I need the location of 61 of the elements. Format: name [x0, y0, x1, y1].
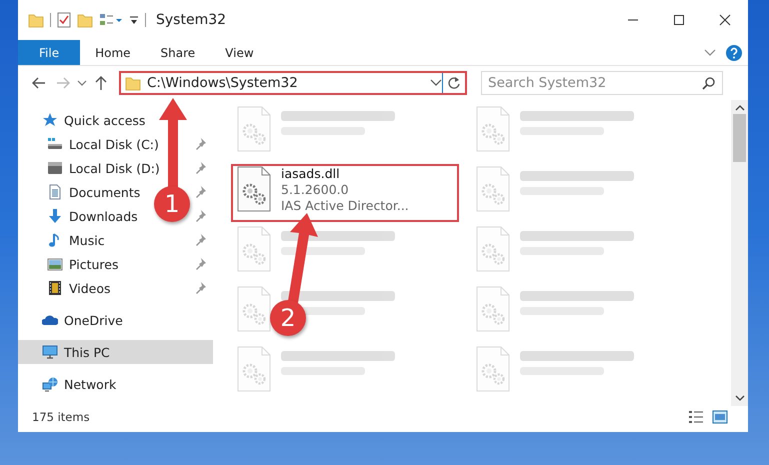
details-view-icon[interactable]	[688, 410, 704, 424]
sidebar-item[interactable]: Documents	[69, 184, 140, 200]
chevron-down-icon[interactable]	[430, 79, 442, 87]
scroll-thumb[interactable]	[733, 114, 746, 162]
search-field[interactable]: Search System32	[481, 71, 723, 95]
download-arrow-icon	[47, 208, 63, 224]
document-icon	[47, 184, 63, 200]
drive-icon	[47, 136, 63, 152]
scrollbar[interactable]	[731, 100, 748, 406]
ribbon-tab[interactable]: Share	[146, 40, 210, 65]
pin-icon[interactable]	[195, 281, 207, 295]
maximize-icon	[673, 14, 685, 26]
dll-file-icon	[237, 166, 271, 212]
sidebar-item[interactable]: Quick access	[64, 112, 146, 128]
sidebar-item[interactable]: OneDrive	[64, 312, 123, 328]
pin-icon[interactable]	[195, 137, 207, 151]
drive-icon	[47, 160, 63, 176]
window-title: System32	[156, 12, 226, 28]
sidebar-item[interactable]: Network	[64, 376, 116, 392]
checklist-icon[interactable]	[57, 12, 71, 28]
refresh-icon	[447, 76, 461, 90]
ribbon-tab[interactable]: View	[210, 40, 269, 65]
computer-icon	[42, 344, 58, 360]
up-arrow-icon	[93, 75, 109, 91]
back-arrow-icon	[31, 75, 47, 91]
item-count: 175 items	[32, 410, 90, 424]
ribbon-tab[interactable]: Home	[80, 40, 146, 65]
sidebar-item[interactable]: Local Disk (C:)	[69, 136, 159, 152]
pin-icon[interactable]	[195, 233, 207, 247]
close-icon	[719, 14, 731, 26]
pin-icon[interactable]	[195, 161, 207, 175]
ribbon-tab[interactable]: File	[18, 40, 80, 65]
address-field[interactable]: C:\Windows\System32	[119, 71, 467, 95]
folder-icon	[125, 75, 141, 91]
sidebar-item[interactable]: Videos	[69, 280, 111, 296]
large-icons-view-icon[interactable]	[712, 410, 728, 424]
sidebar-item[interactable]: This PC	[64, 344, 110, 360]
chevron-down-icon	[77, 79, 87, 87]
properties-icon[interactable]	[99, 12, 123, 28]
dropdown-icon[interactable]	[129, 14, 139, 26]
sidebar-item[interactable]: Local Disk (D:)	[69, 160, 160, 176]
search-icon	[702, 76, 716, 90]
file-name: iasads.dll	[281, 166, 341, 182]
sidebar-item[interactable]: Music	[69, 232, 105, 248]
file-detail: 5.1.2600.0	[281, 182, 350, 198]
sidebar-item[interactable]: Pictures	[69, 256, 118, 272]
network-globe-icon	[42, 376, 58, 392]
file-detail: IAS Active Director...	[281, 198, 409, 214]
folder-icon[interactable]	[28, 12, 44, 28]
star-icon	[42, 112, 58, 128]
pin-icon[interactable]	[195, 185, 207, 199]
pin-icon[interactable]	[195, 209, 207, 223]
pin-icon[interactable]	[195, 257, 207, 271]
sidebar-item[interactable]: Downloads	[69, 208, 138, 224]
film-icon	[47, 280, 63, 296]
file-item[interactable]: iasads.dll 5.1.2600.0 IAS Active Director...	[231, 164, 459, 222]
chevron-down-icon[interactable]	[704, 48, 716, 56]
picture-icon	[47, 256, 63, 272]
forward-arrow-icon	[55, 75, 71, 91]
folder-icon[interactable]	[77, 12, 93, 28]
help-icon[interactable]	[726, 44, 742, 60]
